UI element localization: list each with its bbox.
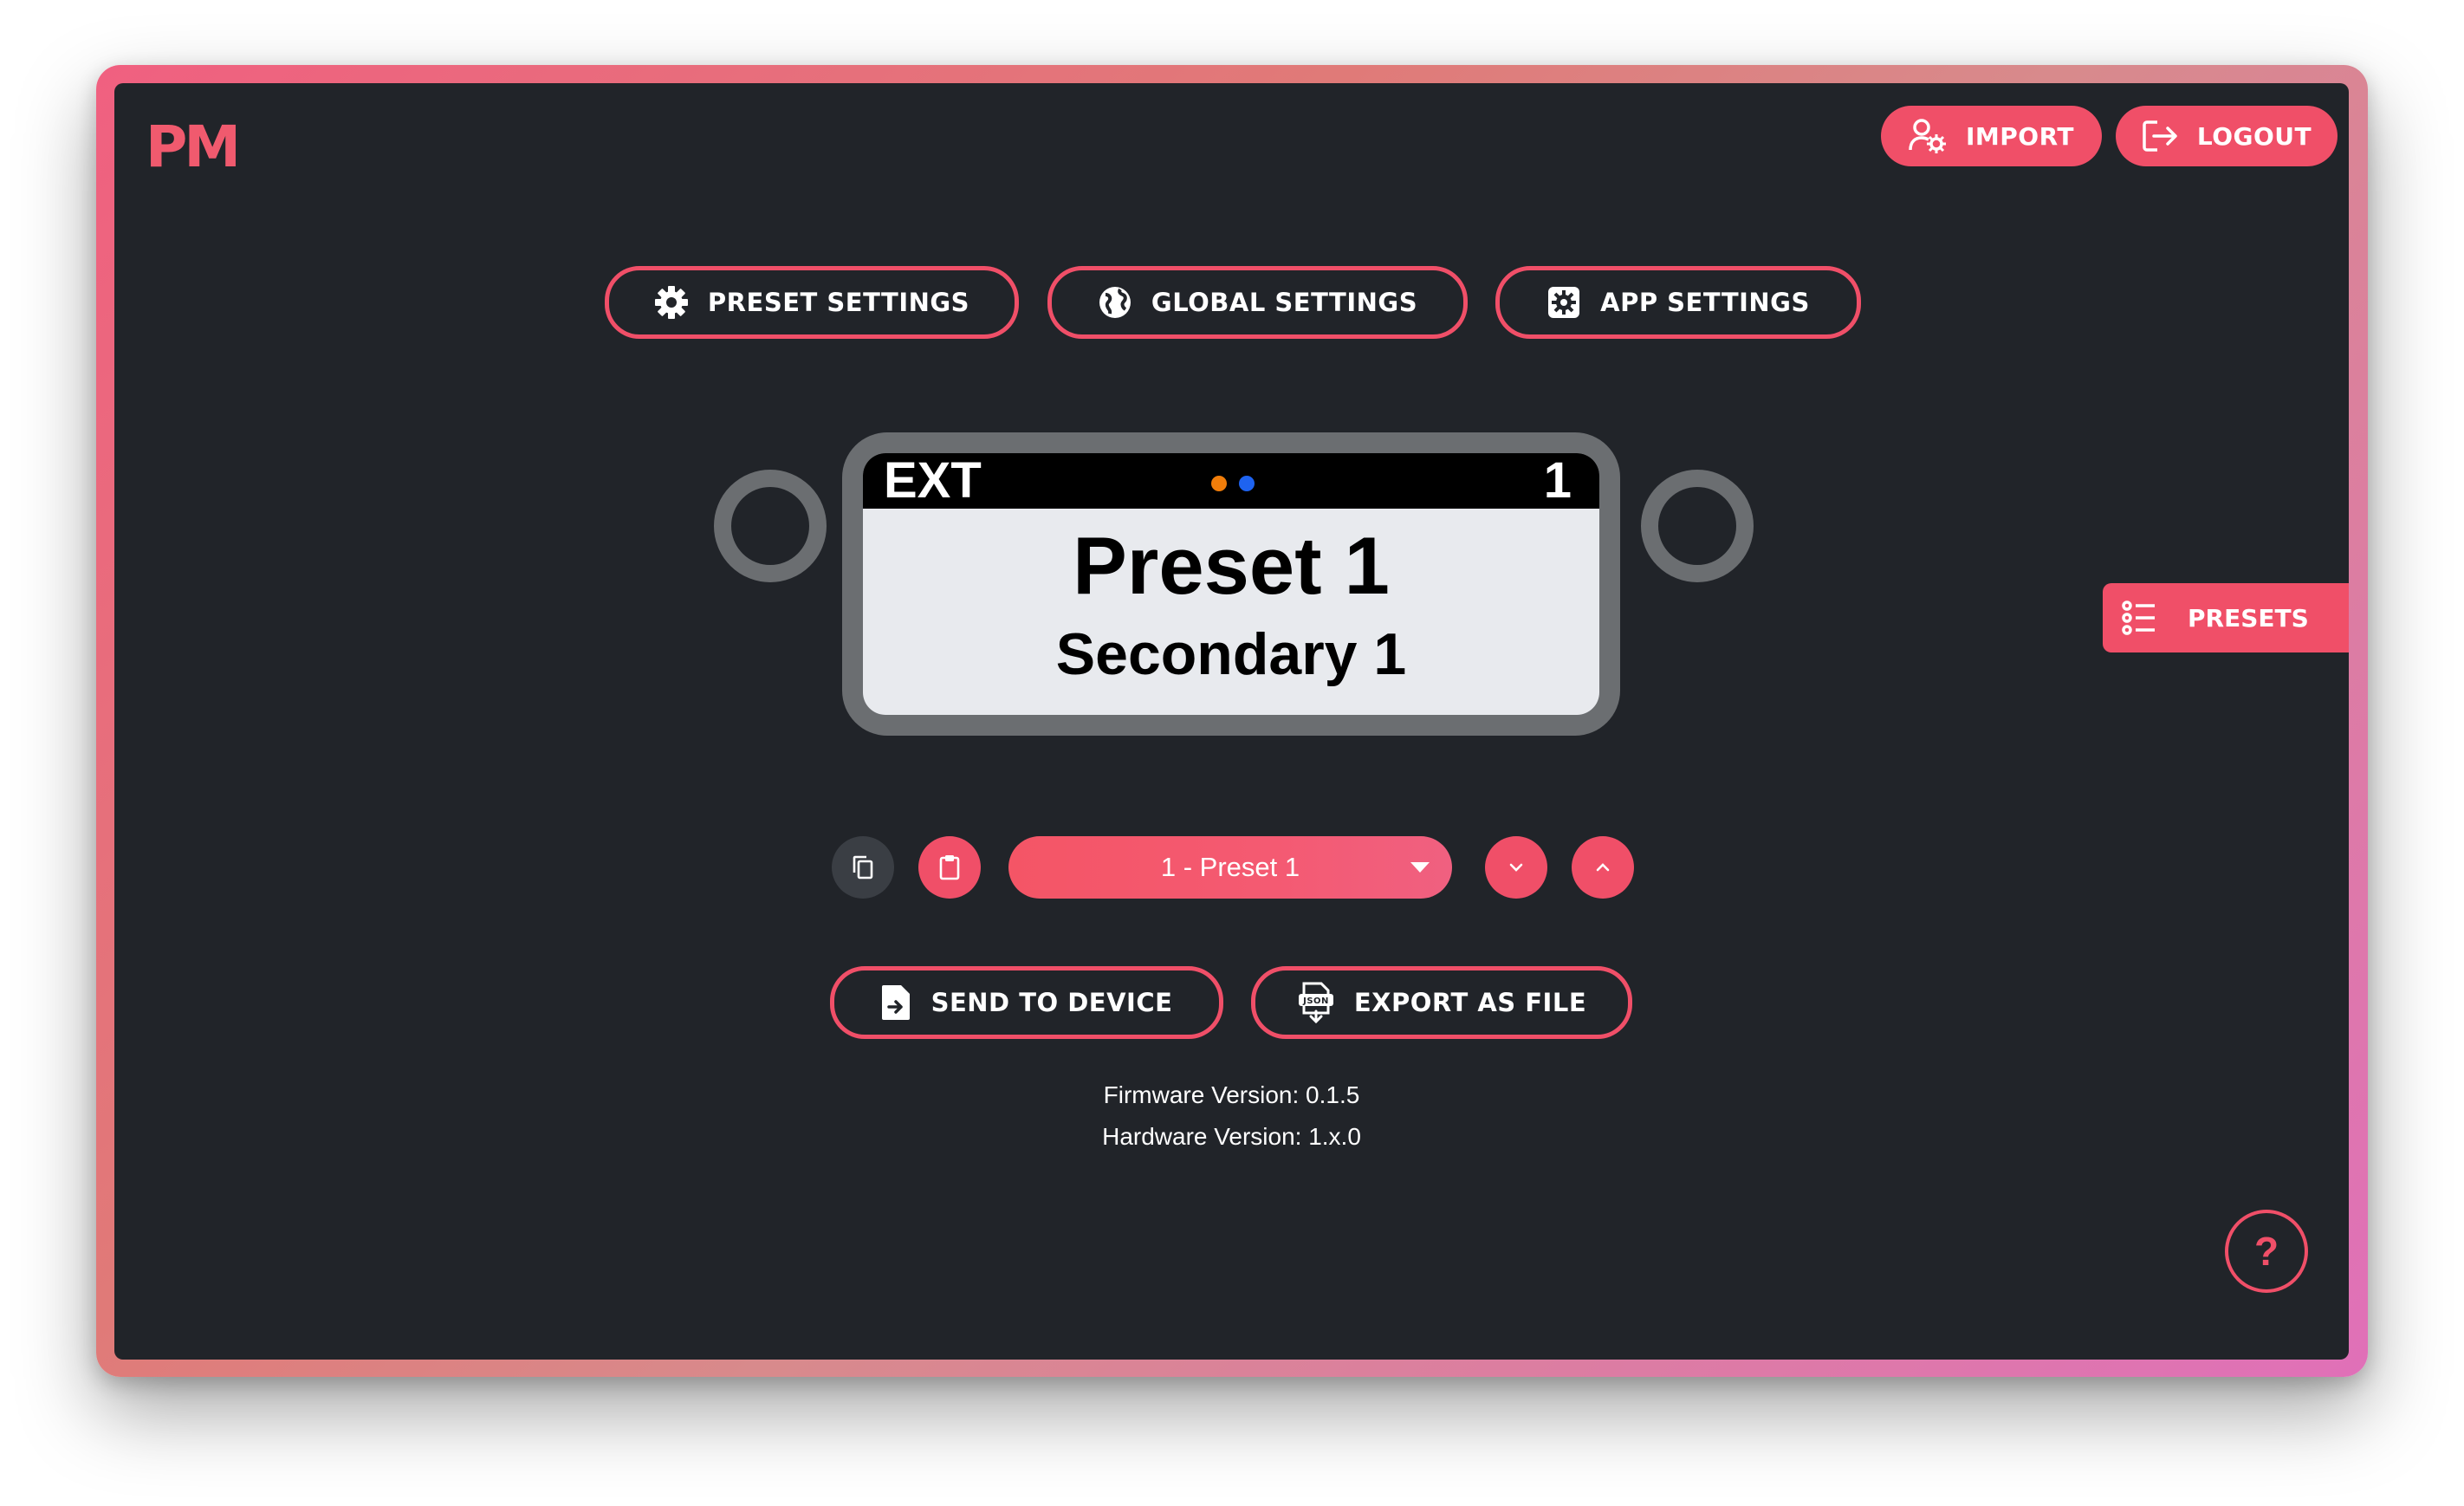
chevron-up-icon <box>1596 863 1610 872</box>
list-icon <box>2122 600 2155 635</box>
svg-text:JSON: JSON <box>1302 996 1329 1006</box>
device-display: EXT 1 Preset 1 Secondary 1 <box>863 453 1599 715</box>
preset-select-value: 1 - Preset 1 <box>1160 852 1300 882</box>
previous-preset-button[interactable] <box>1572 836 1634 899</box>
display-status-bar: EXT 1 <box>863 453 1599 509</box>
send-to-device-label: SEND TO DEVICE <box>930 988 1173 1017</box>
presets-side-tab[interactable]: PRESETS <box>2103 583 2349 652</box>
window-frame: PM IMPORT LOGOUT PRESET SETTINGS GLOBAL … <box>96 65 2368 1377</box>
hardware-version: Hardware Version: 1.x.0 <box>1102 1123 1361 1150</box>
presets-tab-label: PRESETS <box>2188 603 2309 633</box>
logout-label: LOGOUT <box>2196 121 2312 151</box>
export-as-file-button[interactable]: JSON EXPORT AS FILE <box>1251 966 1632 1039</box>
next-preset-button[interactable] <box>1485 836 1547 899</box>
chevron-down-icon <box>1509 863 1523 872</box>
device-display-case: EXT 1 Preset 1 Secondary 1 <box>842 432 1620 736</box>
copy-button[interactable] <box>832 836 894 899</box>
global-settings-button[interactable]: GLOBAL SETTINGS <box>1047 266 1468 339</box>
app-logo: PM <box>146 114 241 180</box>
json-export-icon: JSON <box>1298 982 1333 1023</box>
user-gear-icon <box>1909 119 1946 153</box>
logout-button[interactable]: LOGOUT <box>2116 106 2338 166</box>
copy-icon <box>853 855 873 880</box>
display-mode: EXT <box>884 453 982 509</box>
help-button[interactable]: ? <box>2225 1210 2308 1293</box>
chevron-down-icon <box>1410 862 1430 873</box>
paste-button[interactable] <box>918 836 981 899</box>
import-button[interactable]: IMPORT <box>1881 106 2102 166</box>
preset-settings-button[interactable]: PRESET SETTINGS <box>605 266 1019 339</box>
app-settings-button[interactable]: APP SETTINGS <box>1495 266 1861 339</box>
firmware-version: Firmware Version: 0.1.5 <box>1103 1081 1360 1108</box>
app-container: PM IMPORT LOGOUT PRESET SETTINGS GLOBAL … <box>114 83 2349 1360</box>
app-settings-label: APP SETTINGS <box>1600 288 1810 317</box>
global-settings-label: GLOBAL SETTINGS <box>1151 288 1418 317</box>
display-preset-name: Preset 1 <box>1073 520 1390 611</box>
display-secondary-name: Secondary 1 <box>1055 621 1407 687</box>
logout-icon <box>2143 120 2177 152</box>
file-send-icon <box>881 985 910 1020</box>
import-label: IMPORT <box>1965 121 2074 151</box>
export-as-file-label: EXPORT AS FILE <box>1353 988 1587 1017</box>
preset-select[interactable]: 1 - Preset 1 <box>1008 836 1452 899</box>
left-knob <box>714 470 827 582</box>
globe-icon <box>1099 287 1131 318</box>
app-settings-icon <box>1548 287 1580 318</box>
help-icon: ? <box>2253 1229 2279 1274</box>
preset-settings-label: PRESET SETTINGS <box>707 288 970 317</box>
gear-icon <box>654 286 688 319</box>
clipboard-icon <box>939 855 960 880</box>
send-to-device-button[interactable]: SEND TO DEVICE <box>830 966 1223 1039</box>
orange-indicator-dot <box>1211 476 1227 491</box>
right-knob <box>1641 470 1754 582</box>
display-bank-number: 1 <box>1543 453 1572 509</box>
blue-indicator-dot <box>1239 476 1255 491</box>
